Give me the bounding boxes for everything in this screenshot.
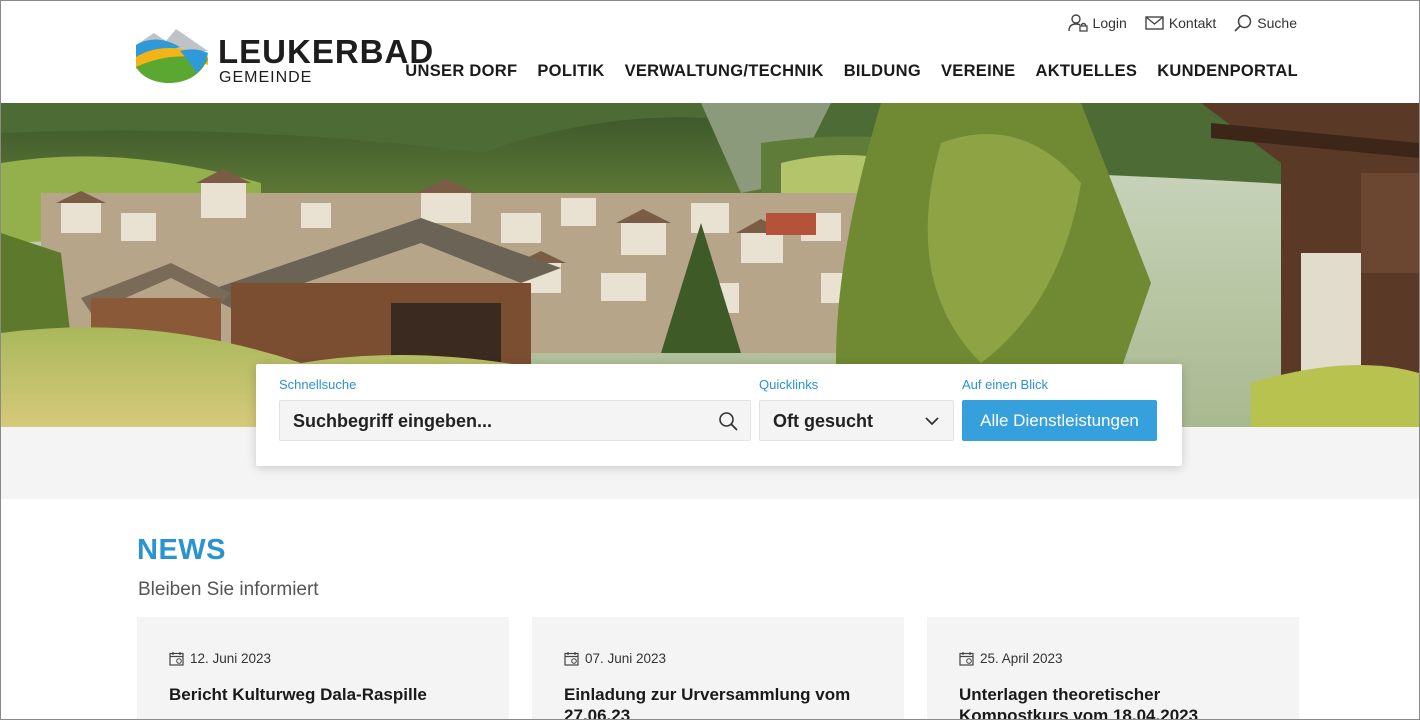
news-date-text: 12. Juni 2023 [190,651,272,666]
nav-item-bildung[interactable]: BILDUNG [844,62,921,81]
kontakt-link[interactable]: Kontakt [1145,14,1216,32]
news-subtitle: Bleiben Sie informiert [138,579,319,600]
chevron-down-icon [925,417,939,426]
schnellsuche-label: Schnellsuche [279,377,357,392]
nav-item-verwaltung-technik[interactable]: VERWALTUNG/TECHNIK [625,62,824,81]
utility-nav: Login Kontakt Suche [1067,14,1297,32]
page-frame: LEUKERBAD GEMEINDE Login Kontakt Suche U… [0,0,1420,720]
news-date: 12. Juni 2023 [169,651,271,666]
suche-label: Suche [1257,15,1297,31]
site-header: LEUKERBAD GEMEINDE Login Kontakt Suche U… [1,1,1419,103]
login-link[interactable]: Login [1067,14,1127,32]
calendar-icon [959,652,974,666]
logo[interactable]: LEUKERBAD GEMEINDE [136,29,436,89]
search-input-placeholder: Suchbegriff eingeben... [293,411,493,431]
quicklinks-select[interactable]: Oft gesucht [759,400,954,441]
calendar-icon [169,652,184,666]
news-date-text: 07. Juni 2023 [585,651,667,666]
main-nav: UNSER DORF POLITIK VERWALTUNG/TECHNIK BI… [405,62,1298,81]
quick-search-panel: Schnellsuche Quicklinks Auf einen Blick … [256,364,1182,466]
calendar-icon [564,652,579,666]
nav-item-vereine[interactable]: VEREINE [941,62,1016,81]
news-card[interactable]: 25. April 2023 Unterlagen theoretischer … [927,617,1299,719]
logo-mark-icon [136,29,208,84]
nav-item-kundenportal[interactable]: KUNDENPORTAL [1157,62,1298,81]
nav-item-unser-dorf[interactable]: UNSER DORF [405,62,517,81]
quicklinks-value: Oft gesucht [773,411,874,431]
news-card[interactable]: 07. Juni 2023 Einladung zur Urversammlun… [532,617,904,719]
search-input[interactable]: Suchbegriff eingeben... [279,400,751,441]
user-lock-icon [1067,14,1088,32]
auf-einen-blick-label: Auf einen Blick [962,377,1048,392]
news-date-text: 25. April 2023 [980,651,1063,666]
news-title[interactable]: Unterlagen theoretischer Kompostkurs vom… [959,684,1259,719]
news-title[interactable]: Bericht Kulturweg Dala-Raspille [169,684,469,705]
search-icon [1234,14,1252,32]
news-heading: NEWS [137,534,226,566]
news-title[interactable]: Einladung zur Urversammlung vom 27.06.23 [564,684,864,719]
suche-link[interactable]: Suche [1234,14,1297,32]
kontakt-label: Kontakt [1168,15,1217,31]
news-date: 25. April 2023 [959,651,1063,666]
quicklinks-label: Quicklinks [759,377,819,392]
login-label: Login [1092,15,1127,31]
brand-subtitle: GEMEINDE [219,69,313,86]
search-icon[interactable] [718,411,738,431]
brand-name: LEUKERBAD [218,33,435,70]
envelope-icon [1145,16,1164,30]
news-card[interactable]: 12. Juni 2023 Bericht Kulturweg Dala-Ras… [137,617,509,719]
nav-item-aktuelles[interactable]: AKTUELLES [1036,62,1138,81]
all-services-button[interactable]: Alle Dienstleistungen [962,400,1157,441]
nav-item-politik[interactable]: POLITIK [537,62,604,81]
news-date: 07. Juni 2023 [564,651,666,666]
